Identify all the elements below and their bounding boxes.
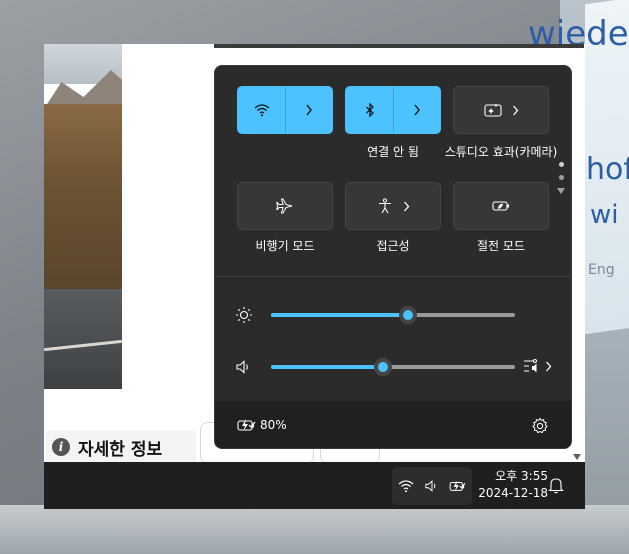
chevron-right-icon [403,201,410,212]
battery-saver-tile-label: 절전 모드 [477,239,525,253]
wifi-tile[interactable] [237,86,333,134]
bluetooth-expand-button[interactable] [394,87,440,133]
accessibility-tile[interactable] [345,182,441,230]
bluetooth-tile[interactable] [345,86,441,134]
page-indicator[interactable] [557,162,565,194]
battery-percentage[interactable]: 80% [260,418,287,432]
wifi-icon [254,103,270,117]
battery-saver-tile[interactable] [453,182,549,230]
clock-button[interactable]: 오후 3:55 2024-12-18 [474,468,548,502]
gear-icon[interactable] [531,417,549,435]
quick-settings-footer: 80% [215,401,571,448]
more-info-button[interactable]: i 자세한 정보 [46,430,196,464]
chevron-right-icon [305,104,313,116]
brightness-row [235,303,555,327]
studio-effects-tile[interactable] [453,86,549,134]
battery-charging-icon[interactable] [237,417,257,433]
brightness-icon [235,306,253,324]
accessibility-icon [377,198,393,214]
chevron-right-icon [413,104,421,116]
brightness-slider-fill [271,313,408,317]
bluetooth-tile-label: 연결 안 됨 [367,145,419,159]
taskbar: 오후 3:55 2024-12-18 [44,462,585,509]
clock-date: 2024-12-18 [478,486,548,500]
brightness-slider-thumb[interactable] [399,306,417,324]
bluetooth-icon [365,103,375,117]
paper-text: Eng [588,262,615,278]
volume-slider-fill [271,365,383,369]
studio-effects-icon [483,103,502,117]
scroll-down-icon[interactable] [573,454,581,460]
laptop-keyboard [0,505,629,554]
wifi-icon [397,477,415,495]
more-info-label: 자세한 정보 [78,439,163,460]
paper-text: hof [586,152,629,187]
brightness-slider[interactable] [271,306,515,324]
paper-text: wi [590,200,619,230]
info-icon: i [52,438,70,456]
audio-output-icon [523,358,541,374]
volume-slider[interactable] [271,358,515,376]
chevron-right-icon [512,105,519,116]
next-page-icon[interactable] [557,188,565,194]
page-dot[interactable] [558,162,564,167]
bell-icon[interactable] [548,476,566,494]
audio-output-button[interactable] [523,358,552,374]
speaker-icon [235,359,253,375]
quick-settings-panel: 연결 안 됨 스튜디오 효과(카메라) 비행기 모드 접근성 절전 모드 80% [214,65,572,449]
airplane-mode-tile-label: 비행기 모드 [255,239,315,253]
battery-charging-icon [449,477,467,495]
system-tray-quick-settings-button[interactable] [392,467,472,505]
wifi-toggle[interactable] [238,87,285,133]
divider [215,276,571,277]
airplane-icon [276,198,294,214]
bluetooth-toggle[interactable] [346,87,393,133]
clock-time: 오후 3:55 [495,469,548,483]
volume-row [235,355,555,379]
wifi-expand-button[interactable] [286,87,332,133]
page-dot[interactable] [558,175,564,180]
chevron-right-icon [545,361,552,372]
battery-saver-icon [492,200,510,212]
landscape-image [44,44,122,389]
speaker-icon [423,477,441,495]
airplane-mode-tile[interactable] [237,182,333,230]
studio-effects-tile-label: 스튜디오 효과(카메라) [444,145,558,159]
flyout-edge [214,44,584,48]
accessibility-tile-label: 접근성 [376,239,410,253]
volume-slider-thumb[interactable] [374,358,392,376]
